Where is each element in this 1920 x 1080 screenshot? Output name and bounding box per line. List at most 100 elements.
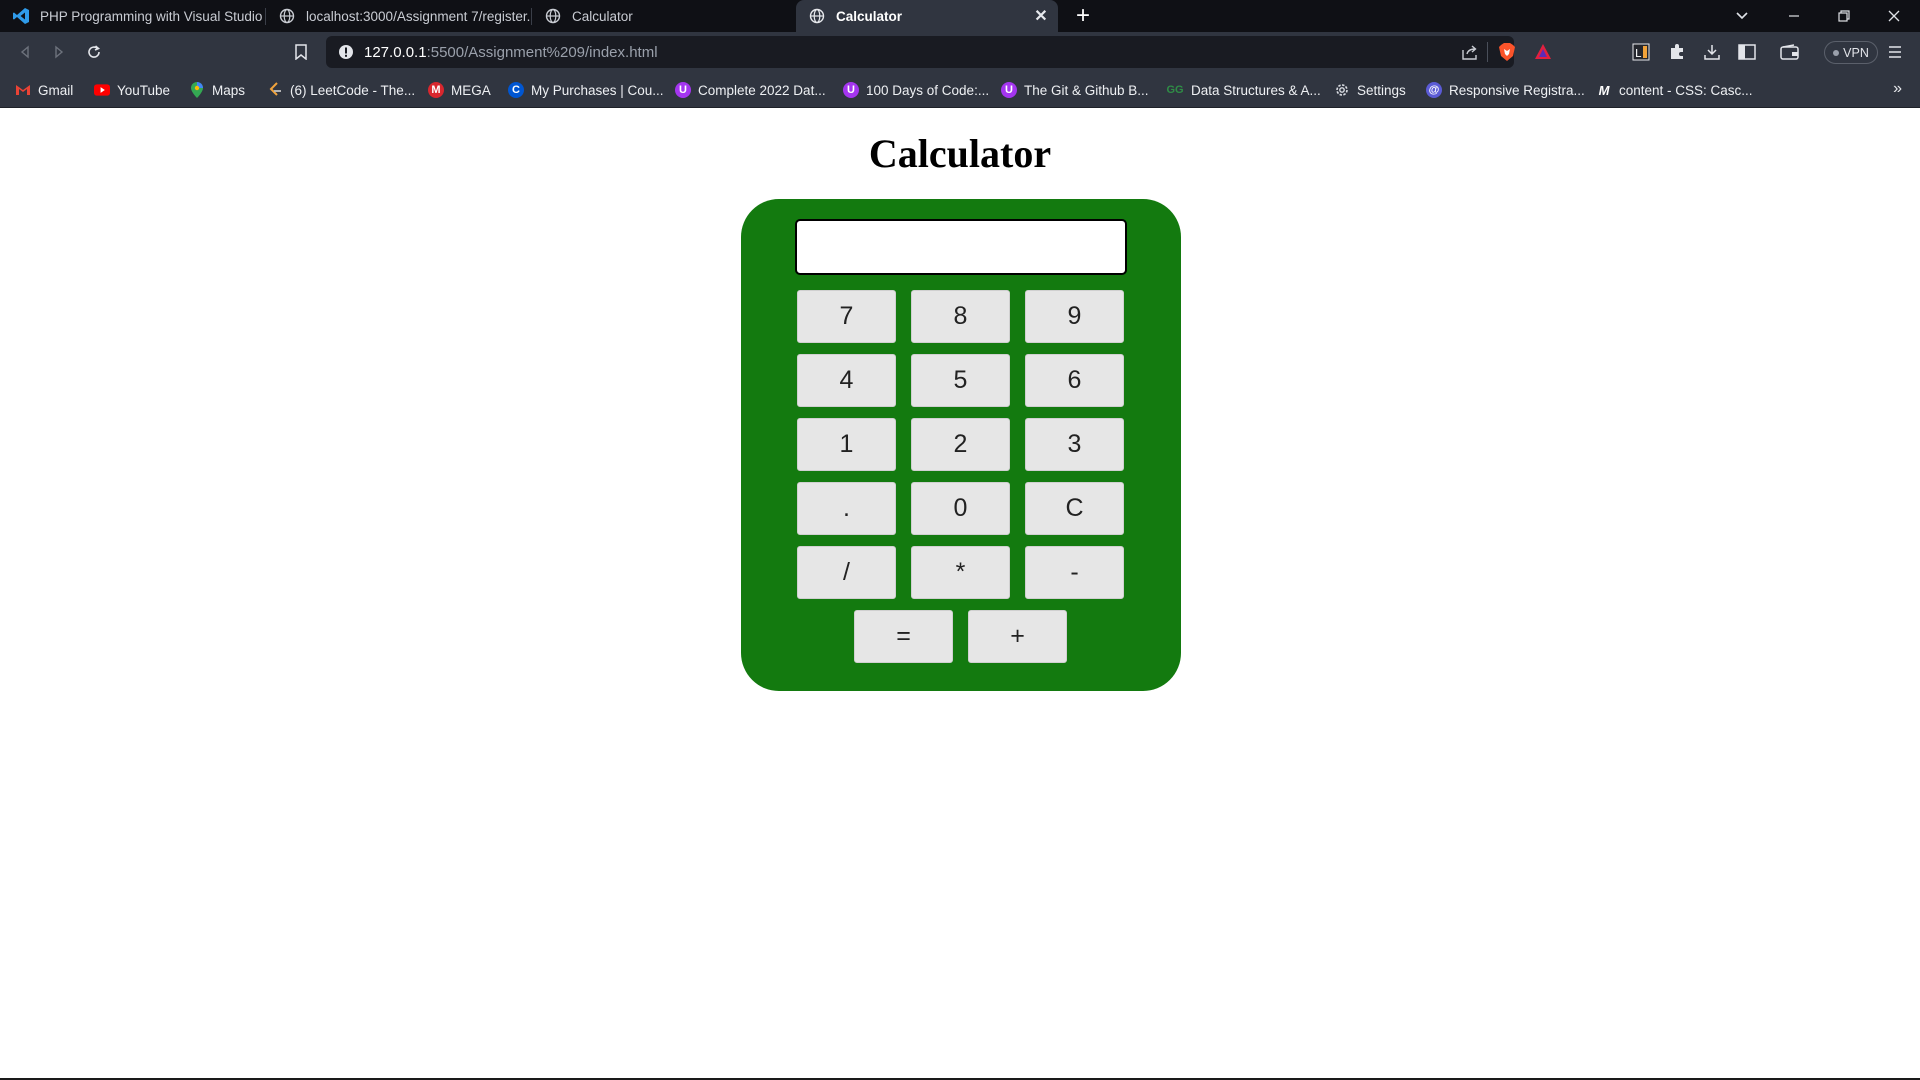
calculator-display-input[interactable] (795, 219, 1127, 275)
gfg-icon: GG (1166, 84, 1184, 96)
sidebar-icon[interactable] (1736, 41, 1758, 63)
download-icon[interactable] (1701, 41, 1723, 63)
key-3-button[interactable]: 3 (1025, 418, 1124, 471)
restore-icon[interactable] (1822, 0, 1866, 32)
url-text: 127.0.0.1:5500/Assignment%209/index.html (364, 44, 658, 61)
mega-icon: M (428, 82, 444, 98)
key-equals-button[interactable]: = (854, 610, 953, 663)
forward-icon[interactable] (48, 41, 70, 63)
bookmark-gfg[interactable]: GG Data Structures & A... (1166, 80, 1321, 100)
bookmark-udemy-100days[interactable]: U 100 Days of Code:... (843, 80, 989, 100)
url-host: 127.0.0.1 (364, 44, 427, 61)
bookmark-udemy-git[interactable]: U The Git & Github B... (1001, 80, 1149, 100)
bookmark-label: Gmail (38, 82, 74, 98)
reload-icon[interactable] (83, 41, 105, 63)
globe-icon (278, 7, 296, 25)
bookmark-icon[interactable] (290, 41, 312, 63)
key-9-button[interactable]: 9 (1025, 290, 1124, 343)
bookmark-label: The Git & Github B... (1024, 82, 1149, 98)
maps-icon (189, 82, 205, 98)
key-minus-button[interactable]: - (1025, 546, 1124, 599)
key-5-button[interactable]: 5 (911, 354, 1010, 407)
tab-search-chevron-icon[interactable] (1720, 0, 1764, 32)
bookmark-label: 100 Days of Code:... (866, 82, 990, 98)
gmail-icon (15, 82, 31, 98)
key-7-button[interactable]: 7 (797, 290, 896, 343)
bookmark-mdn-css[interactable]: M content - CSS: Casc... (1596, 80, 1753, 100)
tab-title: Calculator (572, 8, 633, 24)
key-2-button[interactable]: 2 (911, 418, 1010, 471)
bookmark-label: Settings (1357, 82, 1406, 98)
bookmark-label: My Purchases | Cou... (531, 82, 664, 98)
key-8-button[interactable]: 8 (911, 290, 1010, 343)
bookmarks-bar: Gmail YouTube Maps (6) LeetCode - The...… (0, 72, 1920, 108)
brave-shields-icon[interactable] (1498, 42, 1516, 67)
url-divider (1487, 42, 1488, 62)
brave-rewards-icon[interactable] (1534, 43, 1552, 66)
tab-vscode-php[interactable]: PHP Programming with Visual Studio C (0, 0, 264, 32)
key-1-button[interactable]: 1 (797, 418, 896, 471)
settings-gear-icon (1334, 82, 1350, 98)
page-content: Calculator 7 8 9 4 5 6 1 2 3 . 0 C / * -… (0, 108, 1920, 1078)
extensions-puzzle-icon[interactable] (1666, 41, 1688, 63)
bookmark-youtube[interactable]: YouTube (94, 80, 170, 100)
youtube-icon (94, 82, 110, 98)
tab-title: localhost:3000/Assignment 7/register.p (306, 8, 530, 24)
vscode-icon (12, 7, 30, 25)
tab-calculator[interactable]: Calculator (532, 0, 794, 32)
bookmark-leetcode[interactable]: (6) LeetCode - The... (267, 80, 415, 100)
minimize-icon[interactable] (1772, 0, 1816, 32)
key-0-button[interactable]: 0 (911, 482, 1010, 535)
key-plus-button[interactable]: + (968, 610, 1067, 663)
udemy-icon: U (675, 82, 691, 98)
key-multiply-button[interactable]: * (911, 546, 1010, 599)
bookmark-label: Maps (212, 82, 246, 98)
site-info-icon[interactable] (338, 44, 354, 65)
wallet-icon[interactable] (1779, 41, 1801, 63)
close-tab-icon[interactable]: ✕ (1032, 7, 1050, 25)
address-bar[interactable]: 127.0.0.1:5500/Assignment%209/index.html (326, 36, 1551, 68)
udemy-icon: U (1001, 82, 1017, 98)
key-4-button[interactable]: 4 (797, 354, 896, 407)
udemy-icon: U (843, 82, 859, 98)
bookmark-label: MEGA (451, 82, 491, 98)
back-icon[interactable] (14, 41, 36, 63)
bookmark-label: Data Structures & A... (1191, 82, 1321, 98)
coursera-icon: C (508, 82, 524, 98)
bookmark-label: (6) LeetCode - The... (290, 82, 416, 98)
bookmark-udemy-2022[interactable]: U Complete 2022 Dat... (675, 80, 826, 100)
bookmark-label: Complete 2022 Dat... (698, 82, 826, 98)
key-divide-button[interactable]: / (797, 546, 896, 599)
bookmark-responsive-registration[interactable]: @ Responsive Registra... (1426, 80, 1585, 100)
vpn-status-dot (1833, 49, 1840, 56)
bookmark-gmail[interactable]: Gmail (15, 80, 73, 100)
key-6-button[interactable]: 6 (1025, 354, 1124, 407)
menu-hamburger-icon[interactable] (1884, 41, 1906, 63)
svg-text:L: L (1635, 47, 1642, 60)
leetcode-icon (267, 82, 283, 98)
bookmark-maps[interactable]: Maps (189, 80, 245, 100)
tab-calculator-active[interactable]: Calculator ✕ (796, 0, 1058, 32)
bookmark-settings[interactable]: Settings (1334, 80, 1406, 100)
extension-lighthouse-icon[interactable]: L (1630, 41, 1652, 63)
globe-icon (808, 7, 826, 25)
new-tab-button[interactable]: + (1070, 2, 1096, 29)
page-title: Calculator (868, 131, 1052, 176)
calculator-body: 7 8 9 4 5 6 1 2 3 . 0 C / * - = + (741, 199, 1181, 691)
bookmarks-overflow-chevron[interactable]: » (1893, 80, 1902, 98)
tab-title: PHP Programming with Visual Studio C (40, 8, 264, 24)
bookmark-label: content - CSS: Casc... (1619, 82, 1753, 98)
tab-localhost-register[interactable]: localhost:3000/Assignment 7/register.p (266, 0, 530, 32)
vpn-button[interactable]: VPN (1824, 41, 1878, 64)
close-window-icon[interactable] (1872, 0, 1916, 32)
share-icon[interactable] (1462, 44, 1480, 65)
mdn-icon: M (1598, 82, 1610, 98)
browser-tab-strip: PHP Programming with Visual Studio C loc… (0, 0, 1920, 32)
bookmark-mega[interactable]: M MEGA (428, 80, 491, 100)
key-clear-button[interactable]: C (1025, 482, 1124, 535)
url-path: :5500/Assignment%209/index.html (426, 44, 658, 61)
at-sign-icon: @ (1426, 82, 1442, 98)
bookmark-coursera[interactable]: C My Purchases | Cou... (508, 80, 664, 100)
key-decimal-button[interactable]: . (797, 482, 896, 535)
bookmark-label: Responsive Registra... (1449, 82, 1585, 98)
